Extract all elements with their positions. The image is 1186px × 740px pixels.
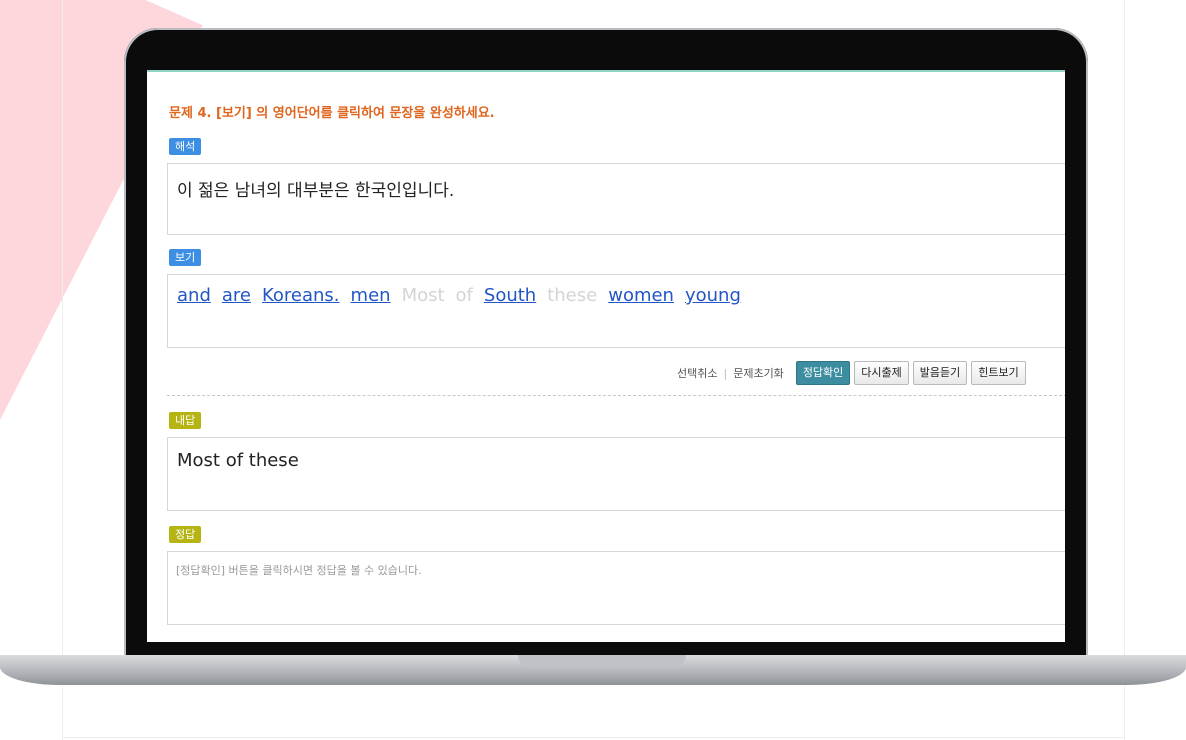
word-choice-list: and are Koreans. men Most of South these women yo…	[177, 285, 752, 306]
check-answer-button[interactable]: 정답확인	[795, 361, 851, 385]
choice-word[interactable]: Koreans.	[262, 285, 340, 306]
answer-controls: 선택취소 | 문제초기화 정답확인 다시출제 발음듣기 힌트보기	[677, 360, 1026, 386]
choice-word[interactable]: and	[177, 285, 211, 306]
frame-line	[1124, 0, 1125, 740]
my-answer-text: Most of these	[177, 450, 299, 471]
reset-question-link[interactable]: 문제초기화	[733, 365, 784, 381]
frame-line	[62, 0, 63, 740]
choices-box: and are Koreans. men Most of South these women yo…	[167, 274, 1065, 348]
translation-label: 해석	[169, 138, 202, 155]
choice-word[interactable]: Most	[402, 285, 445, 306]
hint-button[interactable]: 힌트보기	[971, 361, 1026, 385]
choice-word[interactable]: of	[456, 285, 473, 306]
frame-line	[62, 737, 1125, 738]
laptop-notch	[518, 655, 686, 667]
question-title: 문제 4. [보기] 의 영어단어를 클릭하여 문장을 완성하세요.	[169, 106, 495, 121]
my-answer-box: Most of these	[167, 437, 1065, 511]
laptop-screen: 문제 4. [보기] 의 영어단어를 클릭하여 문장을 완성하세요. 해석 이 …	[147, 70, 1065, 642]
translation-text: 이 젊은 남녀의 대부분은 한국인입니다.	[177, 181, 455, 201]
choice-word[interactable]: are	[222, 285, 251, 306]
separator: |	[723, 366, 728, 380]
my-answer-label: 내답	[169, 412, 202, 429]
listen-pronunciation-button[interactable]: 발음듣기	[912, 361, 968, 385]
retry-question-button[interactable]: 다시출제	[854, 361, 909, 385]
choice-word[interactable]: women	[608, 285, 674, 306]
choice-word[interactable]: these	[547, 285, 597, 306]
choice-word[interactable]: South	[484, 285, 536, 306]
correct-answer-placeholder: [정답확인] 버튼을 클릭하시면 정답을 볼 수 있습니다.	[176, 564, 422, 577]
translation-box: 이 젊은 남녀의 대부분은 한국인입니다.	[167, 163, 1065, 235]
choice-word[interactable]: young	[685, 285, 741, 306]
section-divider	[167, 395, 1065, 396]
correct-answer-box: [정답확인] 버튼을 클릭하시면 정답을 볼 수 있습니다.	[167, 551, 1065, 625]
choices-label: 보기	[169, 249, 202, 266]
choice-word[interactable]: men	[351, 285, 391, 306]
correct-answer-label: 정답	[169, 526, 202, 543]
deselect-link[interactable]: 선택취소	[677, 365, 717, 381]
